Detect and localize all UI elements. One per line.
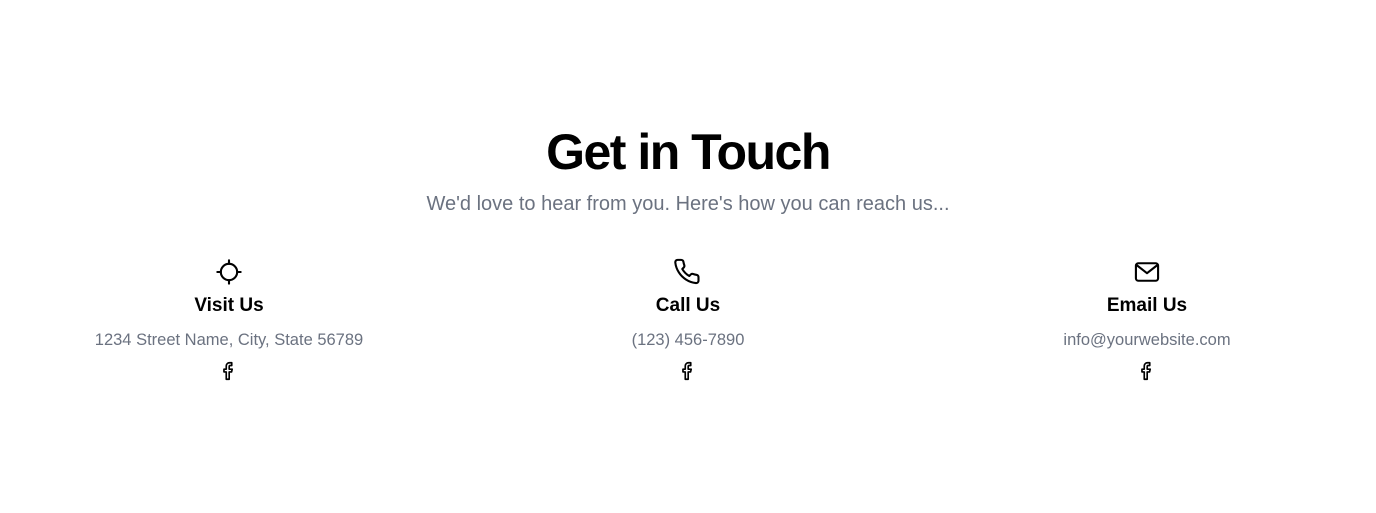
phone-icon <box>674 258 702 286</box>
contact-card-call: Call Us (123) 456-7890 <box>488 258 888 383</box>
contact-card-title: Visit Us <box>194 295 264 316</box>
mail-icon <box>1133 258 1161 286</box>
contact-card-address: 1234 Street Name, City, State 56789 <box>94 331 364 349</box>
contact-card-visit: Visit Us 1234 Street Name, City, State 5… <box>29 258 429 383</box>
page-subtitle: We'd love to hear from you. Here's how y… <box>426 193 950 215</box>
facebook-icon[interactable] <box>218 359 240 383</box>
page-title: Get in Touch <box>546 124 831 180</box>
contact-card-email: Email Us info@yourwebsite.com <box>947 258 1347 383</box>
location-crosshair-icon <box>215 258 243 286</box>
facebook-icon[interactable] <box>677 359 699 383</box>
contact-section: Get in Touch We'd love to hear from you.… <box>0 0 1376 513</box>
contact-card-phone: (123) 456-7890 <box>631 331 745 349</box>
contact-card-email-address: info@yourwebsite.com <box>1063 331 1231 349</box>
contact-card-title: Call Us <box>655 295 721 316</box>
contact-card-title: Email Us <box>1106 295 1188 316</box>
facebook-icon[interactable] <box>1136 359 1158 383</box>
